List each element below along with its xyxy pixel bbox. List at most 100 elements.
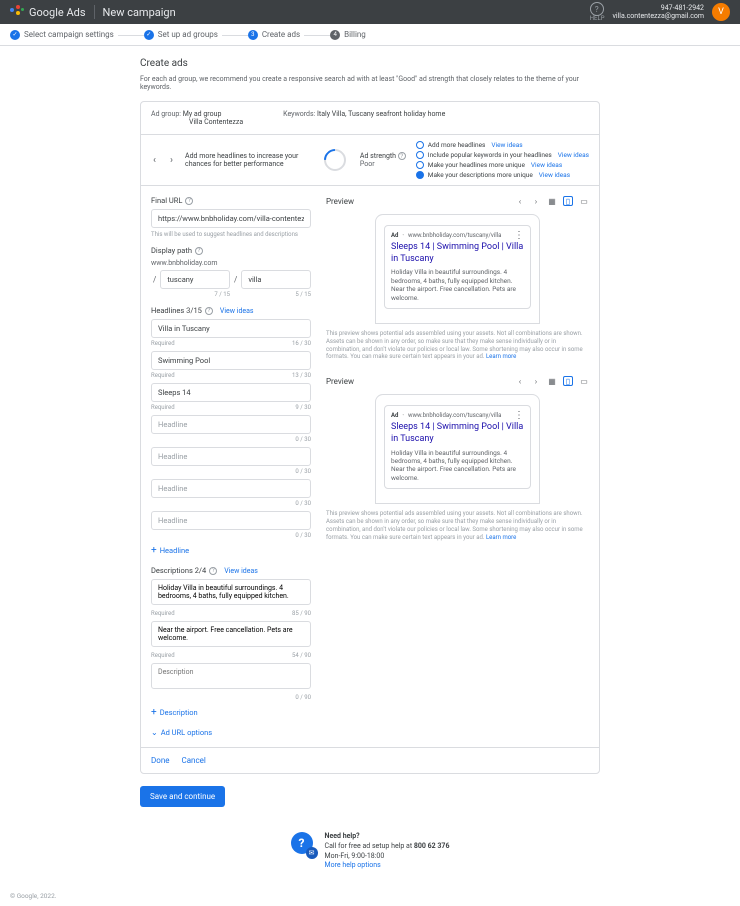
learn-more-link[interactable]: Learn more xyxy=(486,353,516,360)
view-ideas-link[interactable]: View ideas xyxy=(531,161,562,169)
required-label: Required xyxy=(151,610,175,617)
form-footer: Done Cancel xyxy=(141,747,599,773)
headline-input-5[interactable] xyxy=(151,479,311,498)
dot-icon: · xyxy=(402,232,404,239)
description-input-0[interactable]: Holiday Villa in beautiful surroundings.… xyxy=(151,579,311,605)
preview-next-button[interactable]: › xyxy=(531,376,541,386)
view-ideas-link[interactable]: View ideas xyxy=(491,141,522,149)
suggestions-list: Add more headlinesView ideas Include pop… xyxy=(416,141,589,179)
headline-input-6[interactable] xyxy=(151,511,311,530)
preview-next-button[interactable]: › xyxy=(531,196,541,206)
desktop-view-icon[interactable]: ▭ xyxy=(579,376,589,386)
path-2-counter: 5 / 15 xyxy=(241,291,311,298)
headline-input-3[interactable] xyxy=(151,415,311,434)
check-icon: ✓ xyxy=(10,30,20,40)
preview-note: This preview shows potential ads assembl… xyxy=(326,330,589,361)
ad-preview-title: Sleeps 14 | Swimming Pool | Villa in Tus… xyxy=(391,242,524,265)
dot-icon: · xyxy=(402,412,404,419)
preview-prev-button[interactable]: ‹ xyxy=(515,196,525,206)
circle-icon xyxy=(416,171,424,179)
mobile-view-icon[interactable]: ▯ xyxy=(563,196,573,206)
help-footer: ? ✉ Need help? Call for free ad setup he… xyxy=(140,832,600,871)
char-counter: 9 / 30 xyxy=(295,404,311,411)
check-icon: ✓ xyxy=(144,30,154,40)
description-input-1[interactable]: Near the airport. Free cancellation. Pet… xyxy=(151,621,311,647)
step-1[interactable]: ✓Select campaign settings xyxy=(10,30,114,40)
save-continue-button[interactable]: Save and continue xyxy=(140,786,225,807)
view-ideas-link[interactable]: View ideas xyxy=(224,567,258,575)
ad-url-options-toggle[interactable]: ⌄Ad URL options xyxy=(151,728,311,737)
section-title: Create ads xyxy=(140,58,600,69)
google-ads-logo xyxy=(10,5,24,19)
char-counter: 16 / 30 xyxy=(292,340,311,347)
info-icon[interactable]: ? xyxy=(209,567,217,575)
preview-2: Preview ‹ › ▦ ▯ ▭ Ad · xyxy=(326,376,589,541)
info-icon[interactable]: ? xyxy=(185,197,193,205)
char-counter: 85 / 90 xyxy=(292,610,311,617)
ad-preview-desc: Holiday Villa in beautiful surroundings.… xyxy=(391,449,524,483)
char-counter: 0 / 30 xyxy=(295,468,311,475)
required-label: Required xyxy=(151,404,175,411)
grid-view-icon[interactable]: ▦ xyxy=(547,376,557,386)
info-icon[interactable]: ? xyxy=(205,307,213,315)
step-3[interactable]: 3Create ads xyxy=(248,30,300,40)
add-headline-button[interactable]: +Headline xyxy=(151,545,311,556)
circle-icon xyxy=(416,141,424,149)
info-icon[interactable]: ? xyxy=(398,152,406,160)
plus-icon: + xyxy=(151,707,157,718)
display-path-base: www.bnbholiday.com xyxy=(151,259,311,267)
section-subtitle: For each ad group, we recommend you crea… xyxy=(140,75,600,91)
suggestion-item: Make your descriptions more uniqueView i… xyxy=(416,171,589,179)
grid-view-icon[interactable]: ▦ xyxy=(547,196,557,206)
step-4[interactable]: 4Billing xyxy=(330,30,366,40)
next-hint-button[interactable]: › xyxy=(168,155,175,166)
more-help-link[interactable]: More help options xyxy=(325,861,381,869)
path-1-counter: 7 / 15 xyxy=(160,291,230,298)
required-label: Required xyxy=(151,652,175,659)
app-header: Google Ads New campaign ? HELP 947-481-2… xyxy=(0,0,740,24)
final-url-label: Final URL? xyxy=(151,196,311,205)
view-ideas-link[interactable]: View ideas xyxy=(558,151,589,159)
required-label: Required xyxy=(151,340,175,347)
view-ideas-link[interactable]: View ideas xyxy=(220,307,254,315)
ad-badge: Ad xyxy=(391,412,398,419)
add-description-button[interactable]: +Description xyxy=(151,707,311,718)
preview-prev-button[interactable]: ‹ xyxy=(515,376,525,386)
plus-icon: + xyxy=(151,545,157,556)
preview-label: Preview xyxy=(326,377,354,386)
help-icon: ? xyxy=(590,2,604,16)
final-url-input[interactable] xyxy=(151,209,311,228)
adgroup-info: Ad group: My ad group Villa Contentezza … xyxy=(141,102,599,134)
mobile-view-icon[interactable]: ▯ xyxy=(563,376,573,386)
char-counter: 13 / 30 xyxy=(292,372,311,379)
ad-preview-title: Sleeps 14 | Swimming Pool | Villa in Tus… xyxy=(391,422,524,445)
path-1-input[interactable] xyxy=(160,270,230,289)
headline-input-2[interactable] xyxy=(151,383,311,402)
required-label: Required xyxy=(151,372,175,379)
headline-input-1[interactable] xyxy=(151,351,311,370)
ad-preview-card: Ad · www.bnbholiday.com/tuscany/villa ⋮ … xyxy=(384,225,531,309)
desktop-view-icon[interactable]: ▭ xyxy=(579,196,589,206)
view-ideas-link[interactable]: View ideas xyxy=(539,171,570,179)
path-2-input[interactable] xyxy=(241,270,311,289)
kebab-icon[interactable]: ⋮ xyxy=(514,233,524,239)
hint-text: Add more headlines to increase your chan… xyxy=(185,152,314,168)
avatar[interactable]: V xyxy=(712,3,730,21)
ad-preview-url: www.bnbholiday.com/tuscany/villa xyxy=(408,232,501,239)
divider xyxy=(94,5,95,19)
step-2[interactable]: ✓Set up ad groups xyxy=(144,30,218,40)
prev-hint-button[interactable]: ‹ xyxy=(151,155,158,166)
description-input-2[interactable] xyxy=(151,663,311,689)
headline-input-0[interactable] xyxy=(151,319,311,338)
help-button[interactable]: ? HELP xyxy=(590,2,605,22)
headline-input-4[interactable] xyxy=(151,447,311,466)
char-counter: 0 / 30 xyxy=(295,436,311,443)
info-icon[interactable]: ? xyxy=(195,247,203,255)
preview-label: Preview xyxy=(326,197,354,206)
kebab-icon[interactable]: ⋮ xyxy=(514,413,524,419)
strength-gauge-icon xyxy=(319,144,350,175)
learn-more-link[interactable]: Learn more xyxy=(486,534,516,541)
headlines-label: Headlines 3/15?View ideas xyxy=(151,306,311,315)
phone-frame: Ad · www.bnbholiday.com/tuscany/villa ⋮ … xyxy=(375,214,540,324)
display-path-label: Display path? xyxy=(151,246,311,255)
